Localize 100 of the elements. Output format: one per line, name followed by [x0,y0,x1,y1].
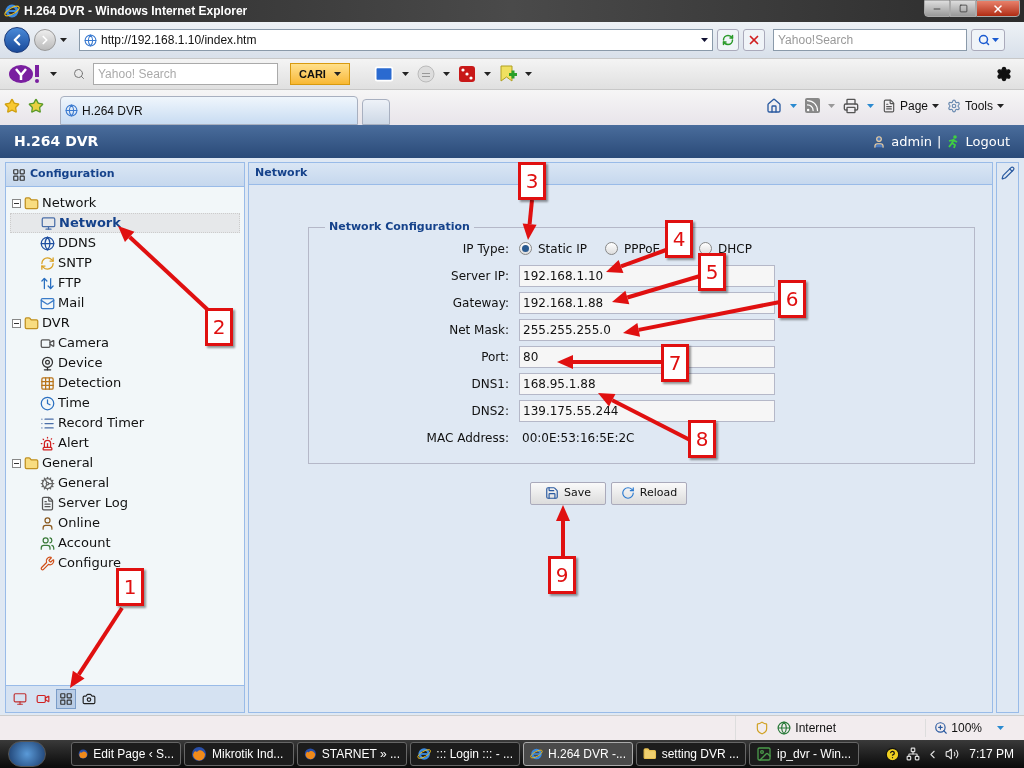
caret-icon[interactable] [701,38,708,42]
zoom-icon [934,721,949,735]
search-field[interactable]: Yahoo!Search [773,29,967,51]
radio-label: PPPoE [624,240,661,258]
tree-item[interactable]: General [10,473,240,493]
user-icon [872,134,887,149]
tree-group-label[interactable]: DVR [42,313,70,333]
dice-icon[interactable] [457,65,476,83]
reload-button[interactable]: Reload [611,481,687,505]
field-label: DNS1: [470,375,509,393]
add-favorite-icon[interactable] [28,97,44,114]
close-icon [992,2,1004,15]
yahoo-logo-icon [8,64,42,84]
zoom-control[interactable]: 100% [925,719,1004,737]
stop-button[interactable] [743,29,765,51]
radio-button[interactable] [605,242,618,255]
taskbar-button[interactable]: ::: Login ::: - ... [410,742,520,766]
cari-button[interactable]: CARI [290,63,350,85]
caret-icon[interactable] [442,72,450,76]
address-field[interactable]: http://192.168.1.10/index.htm [79,29,713,51]
page-icon [84,33,97,47]
input-field[interactable]: 168.95.1.88 [519,372,775,395]
caret-icon[interactable] [997,103,1004,108]
print-icon[interactable] [842,97,859,114]
volume-icon [945,747,960,761]
tree-group-label[interactable]: Network [42,193,97,213]
search-button[interactable] [971,29,1005,51]
tree-item[interactable]: Record Timer [10,413,240,433]
caret-icon[interactable] [483,72,491,76]
collapse-toggle[interactable] [12,318,21,328]
taskbar-button[interactable]: H.264 DVR -... [523,742,633,766]
tree-item[interactable]: Detection [10,373,240,393]
input-field[interactable]: 255.255.255.0 [519,318,775,341]
caret-icon[interactable] [401,72,409,76]
monitor-icon [13,692,27,706]
page-icon [65,104,78,117]
field-label: DNS2: [470,402,509,420]
tools-menu[interactable]: Tools [947,96,1004,115]
close-button[interactable] [976,0,1020,17]
document-icon [40,495,55,511]
gear-icon [40,475,55,491]
callout-number: 5 [698,253,726,291]
home-icon[interactable] [765,97,782,114]
siren-icon [40,435,55,451]
window-title: H.264 DVR - Windows Internet Explorer [24,3,248,20]
browser-tab[interactable]: H.264 DVR [60,96,358,125]
tree-item[interactable]: FTP [10,273,240,293]
tree-item[interactable]: Account [10,533,240,553]
start-button[interactable] [8,741,46,767]
collapse-toggle[interactable] [12,198,21,208]
bookmark-add-icon[interactable] [498,65,517,83]
input-field[interactable]: 139.175.55.244 [519,399,775,422]
yahoo-search-field[interactable]: Yahoo! Search [93,63,278,85]
radio-button[interactable] [519,242,532,255]
tree-item[interactable]: DDNS [10,233,240,253]
feed-icon[interactable] [804,98,820,113]
tree-item[interactable]: Device [10,353,240,373]
sidebar-title: Configuration [30,166,115,183]
minimize-button[interactable] [924,0,950,17]
tree-group-label[interactable]: General [42,453,94,473]
tree-item[interactable]: Alert [10,433,240,453]
caret-icon[interactable] [524,72,532,76]
tree-item[interactable]: Network [10,213,240,233]
edit-icon[interactable] [1000,166,1015,180]
taskbar-button[interactable]: STARNET » ... [297,742,407,766]
save-icon [545,486,559,500]
tree-item[interactable]: Online [10,513,240,533]
taskbar-button[interactable]: Edit Page ‹ S... [71,742,181,766]
clock-icon [40,395,55,411]
caret-icon[interactable] [333,72,341,76]
ie-icon [417,746,432,762]
back-button[interactable] [4,27,30,53]
tree-item[interactable]: Time [10,393,240,413]
save-button[interactable]: Save [530,481,606,505]
search-icon [73,68,85,80]
panel-tab[interactable] [56,689,76,709]
taskbar-button[interactable]: ip_dvr - Win... [749,742,859,766]
folder-icon [643,746,657,762]
input-field[interactable]: 192.168.1.88 [519,291,775,314]
network-icon [906,747,921,761]
collapse-toggle[interactable] [12,458,21,468]
page-menu[interactable]: Page [881,96,939,115]
refresh-button[interactable] [717,29,739,51]
taskbar-button[interactable]: setting DVR ... [636,742,746,766]
annotation-arrow [522,199,537,240]
caret-icon[interactable] [50,72,57,76]
taskbar-button[interactable]: Mikrotik Ind... [184,742,294,766]
user-icon [40,515,55,531]
field-label: IP Type: [461,240,509,258]
configuration-icon [12,167,26,182]
callout-number: 4 [665,220,693,258]
logout-link[interactable]: Logout [965,131,1010,152]
protected-mode-icon [755,721,770,735]
maximize-button[interactable] [950,0,976,17]
caret-icon[interactable] [932,103,939,108]
tree-item[interactable]: SNTP [10,253,240,273]
tree-item[interactable]: Server Log [10,493,240,513]
settings-icon[interactable] [996,66,1012,82]
caret-icon[interactable] [60,38,67,42]
webcam-icon [40,355,55,371]
